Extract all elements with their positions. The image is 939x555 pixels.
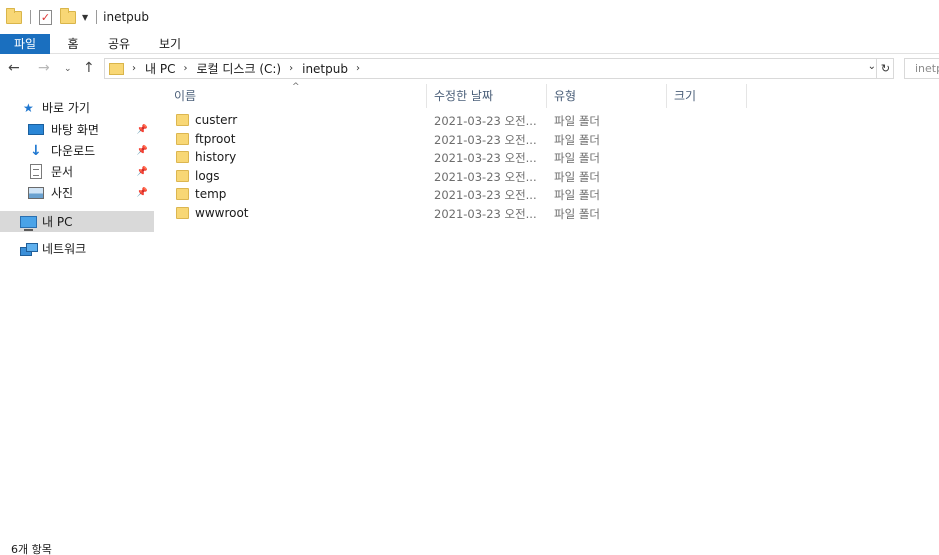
file-date: 2021-03-23 오전...	[434, 151, 537, 165]
list-item[interactable]: logs 2021-03-23 오전... 파일 폴더	[156, 167, 939, 186]
folder-icon	[176, 188, 189, 200]
file-name: ftproot	[195, 132, 236, 146]
list-item[interactable]: temp 2021-03-23 오전... 파일 폴더	[156, 185, 939, 204]
file-date: 2021-03-23 오전...	[434, 188, 537, 202]
breadcrumb-local-disk[interactable]: 로컬 디스크 (C:)	[196, 60, 281, 77]
quick-access-divider	[30, 10, 31, 24]
sidebar-item-this-pc[interactable]: 내 PC	[0, 211, 154, 232]
tab-view[interactable]: 보기	[142, 34, 198, 54]
breadcrumb-this-pc[interactable]: 내 PC	[145, 60, 175, 77]
title-divider	[96, 10, 98, 24]
file-name: temp	[195, 187, 227, 201]
file-type: 파일 폴더	[554, 133, 600, 147]
folder-icon	[176, 207, 189, 219]
list-item[interactable]: wwwroot 2021-03-23 오전... 파일 폴더	[156, 204, 939, 223]
chevron-right-icon[interactable]: ›	[289, 63, 293, 74]
sidebar-item-downloads[interactable]: ↓ 다운로드 📌	[0, 140, 154, 161]
column-divider[interactable]	[546, 84, 547, 108]
window-title: inetpub	[103, 10, 150, 24]
pin-icon[interactable]: 📌	[137, 146, 148, 156]
sidebar-item-label: 사진	[51, 186, 74, 200]
file-name: history	[195, 150, 237, 164]
file-type: 파일 폴더	[554, 151, 600, 165]
column-header-type[interactable]: 유형	[548, 84, 664, 108]
file-type: 파일 폴더	[554, 114, 600, 128]
computer-icon	[20, 215, 37, 231]
chevron-right-icon[interactable]: ›	[132, 63, 136, 74]
address-history-chevron-icon[interactable]: ⌄	[868, 61, 876, 72]
sidebar-item-quick-access[interactable]: ★ 바로 가기	[0, 97, 154, 118]
column-divider[interactable]	[666, 84, 667, 108]
column-divider[interactable]	[426, 84, 427, 108]
sidebar-item-label: 바탕 화면	[51, 123, 99, 137]
back-arrow-icon[interactable]: ←	[8, 60, 20, 76]
navigation-pane: ★ 바로 가기 바탕 화면 📌 ↓ 다운로드 📌 문서 📌 사진 📌 내 PC …	[0, 92, 156, 532]
new-folder-icon[interactable]	[60, 7, 76, 24]
folder-icon	[176, 114, 189, 126]
file-date: 2021-03-23 오전...	[434, 133, 537, 147]
forward-arrow-icon[interactable]: →	[38, 60, 50, 76]
file-type: 파일 폴더	[554, 207, 600, 221]
document-icon	[30, 164, 42, 179]
navigation-bar: ← → ⌄ ↑ › 내 PC › 로컬 디스크 (C:) › inetpub ›…	[0, 57, 939, 81]
folder-icon	[176, 151, 189, 163]
sidebar-item-label: 바로 가기	[42, 101, 90, 115]
column-header-name[interactable]: 이름	[168, 84, 426, 108]
network-icon	[20, 242, 38, 256]
sidebar-item-label: 네트워크	[42, 242, 87, 256]
breadcrumb-inetpub[interactable]: inetpub	[302, 62, 348, 76]
up-arrow-icon[interactable]: ↑	[83, 60, 95, 76]
file-date: 2021-03-23 오전...	[434, 170, 537, 184]
list-item[interactable]: custerr 2021-03-23 오전... 파일 폴더	[156, 111, 939, 130]
desktop-icon	[28, 124, 44, 135]
file-date: 2021-03-23 오전...	[434, 114, 537, 128]
pin-icon[interactable]: 📌	[137, 125, 148, 135]
file-name: logs	[195, 169, 220, 183]
file-date: 2021-03-23 오전...	[434, 207, 537, 221]
status-item-count: 6개 항목	[11, 543, 52, 555]
folder-icon	[109, 62, 124, 75]
sidebar-item-network[interactable]: 네트워크	[0, 238, 154, 259]
folder-icon[interactable]	[6, 7, 22, 24]
file-name: custerr	[195, 113, 238, 127]
sidebar-item-label: 다운로드	[51, 144, 96, 158]
sidebar-item-documents[interactable]: 문서 📌	[0, 161, 154, 182]
list-item[interactable]: history 2021-03-23 오전... 파일 폴더	[156, 148, 939, 167]
ribbon-tabs: 파일 홈 공유 보기	[0, 34, 939, 54]
pin-icon[interactable]: 📌	[137, 167, 148, 177]
sidebar-item-desktop[interactable]: 바탕 화면 📌	[0, 119, 154, 140]
properties-icon[interactable]: ✓	[39, 9, 52, 25]
customize-toolbar-chevron-icon[interactable]: ▼	[82, 13, 88, 22]
folder-icon	[176, 133, 189, 145]
search-input[interactable]: inetpub	[904, 58, 939, 79]
sidebar-item-label: 문서	[51, 165, 74, 179]
column-header-date[interactable]: 수정한 날짜	[428, 84, 546, 108]
file-type: 파일 폴더	[554, 188, 600, 202]
tab-share[interactable]: 공유	[96, 34, 142, 54]
title-bar: ✓ ▼ inetpub	[0, 0, 939, 34]
pin-icon[interactable]: 📌	[137, 188, 148, 198]
chevron-right-icon[interactable]: ›	[356, 63, 360, 74]
folder-icon	[176, 170, 189, 182]
sidebar-item-label: 내 PC	[42, 215, 73, 229]
column-header-size[interactable]: 크기	[668, 84, 746, 108]
sidebar-item-pictures[interactable]: 사진 📌	[0, 182, 154, 203]
list-item[interactable]: ftproot 2021-03-23 오전... 파일 폴더	[156, 130, 939, 149]
file-name: wwwroot	[195, 206, 249, 220]
address-bar[interactable]: › 내 PC › 로컬 디스크 (C:) › inetpub › ⌄ ↻	[104, 58, 894, 79]
file-type: 파일 폴더	[554, 170, 600, 184]
pictures-icon	[28, 186, 44, 199]
chevron-right-icon[interactable]: ›	[183, 63, 187, 74]
refresh-icon[interactable]: ↻	[876, 58, 894, 79]
column-headers: ^ 이름 수정한 날짜 유형 크기	[156, 82, 939, 108]
star-icon: ★	[23, 100, 34, 115]
download-icon: ↓	[30, 142, 42, 159]
column-divider[interactable]	[746, 84, 747, 108]
tab-file[interactable]: 파일	[0, 34, 50, 54]
recent-locations-chevron-icon[interactable]: ⌄	[64, 64, 72, 74]
tab-home[interactable]: 홈	[50, 34, 96, 54]
